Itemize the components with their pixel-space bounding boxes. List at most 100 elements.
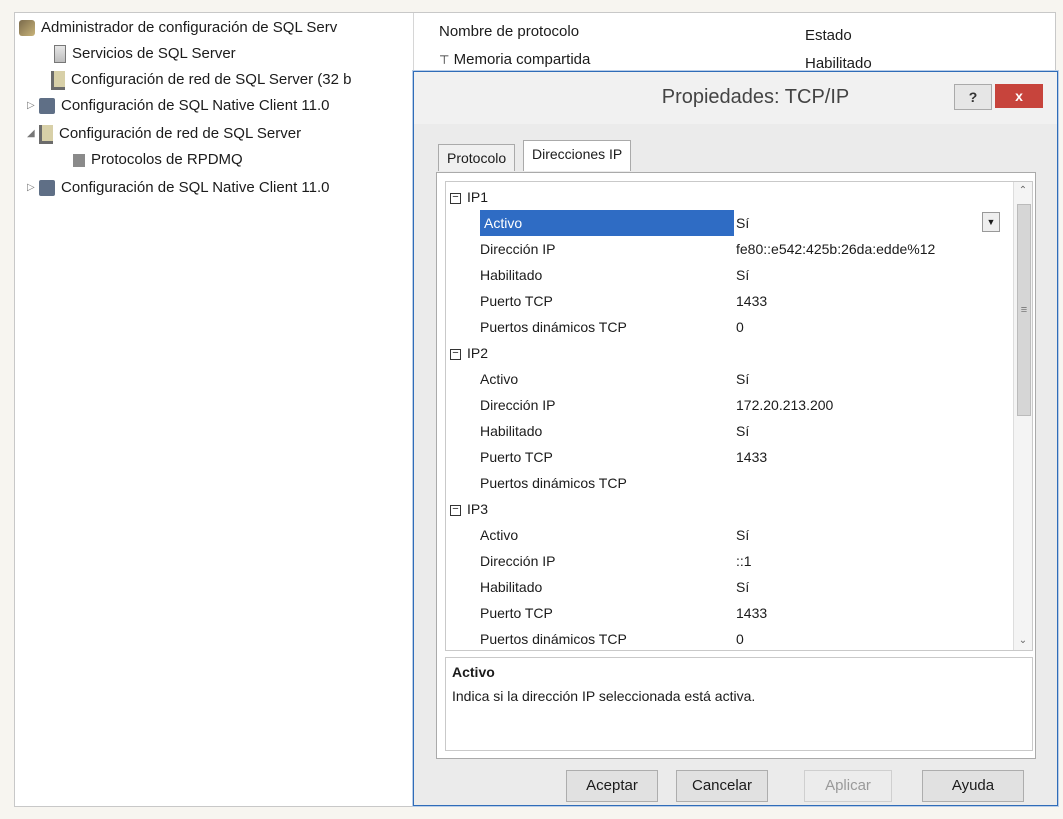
tree-item-services[interactable]: Servicios de SQL Server: [51, 43, 236, 65]
property-value[interactable]: Sí: [736, 366, 749, 392]
group-label: IP2: [467, 345, 489, 361]
property-row[interactable]: Dirección IP::1: [446, 548, 1006, 574]
tab-direcciones-ip[interactable]: Direcciones IP: [523, 140, 632, 171]
cancelar-button[interactable]: Cancelar: [676, 770, 768, 802]
collapse-icon[interactable]: ◢: [27, 123, 39, 145]
property-key: Activo: [480, 210, 734, 236]
property-row[interactable]: Puerto TCP 1433: [446, 444, 1006, 470]
property-value[interactable]: ::1: [736, 548, 752, 574]
aplicar-button[interactable]: Aplicar: [804, 770, 892, 802]
collapse-icon[interactable]: −: [450, 503, 461, 516]
expand-icon[interactable]: ▷: [27, 177, 39, 199]
tree-item-label: Administrador de configuración de SQL Se…: [41, 19, 338, 36]
property-value[interactable]: Sí: [736, 210, 749, 236]
tree-item-native-client[interactable]: ▷ Configuración de SQL Native Client 11.0: [27, 177, 329, 199]
tree-item-protocols[interactable]: Protocolos de RPDMQ: [73, 149, 243, 171]
property-value[interactable]: Sí: [736, 262, 749, 288]
property-value[interactable]: Sí: [736, 522, 749, 548]
tab-protocolo[interactable]: Protocolo: [438, 144, 516, 171]
tree-item-label: Servicios de SQL Server: [72, 45, 236, 62]
sql-config-manager-icon: [19, 20, 35, 37]
property-value[interactable]: 1433: [736, 600, 767, 626]
property-value[interactable]: fe80::e542:425b:26da:edde%12: [736, 236, 935, 262]
group-ip1[interactable]: − IP1: [450, 184, 488, 210]
property-row[interactable]: Dirección IP 172.20.213.200: [446, 392, 1006, 418]
expand-icon[interactable]: ▷: [27, 95, 39, 117]
tree-item-label: Configuración de SQL Native Client 11.0: [61, 179, 330, 196]
scroll-down-icon[interactable]: ⌄: [1014, 632, 1032, 650]
group-label: IP1: [467, 189, 489, 205]
property-row[interactable]: Habilitado Sí: [446, 574, 1006, 600]
property-key: Habilitado: [480, 267, 543, 283]
group-ip2[interactable]: − IP2: [450, 340, 488, 366]
services-icon: [54, 45, 66, 64]
column-header-name[interactable]: Nombre de protocolo: [439, 23, 579, 40]
protocol-list: Nombre de protocolo Estado ⊤ Memoria com…: [415, 13, 1055, 77]
property-key: Habilitado: [480, 423, 543, 439]
help-title-button[interactable]: ?: [954, 84, 992, 110]
protocols-icon: [73, 153, 85, 167]
dropdown-arrow-icon[interactable]: ▼: [982, 212, 1000, 232]
ayuda-button[interactable]: Ayuda: [922, 770, 1024, 802]
property-row[interactable]: Puertos dinámicos TCP 0: [446, 314, 1006, 340]
tree-item-label: Configuración de red de SQL Server: [59, 125, 302, 142]
aceptar-button[interactable]: Aceptar: [566, 770, 658, 802]
tab-panel: − IP1 Activo Sí ▼ Dirección IP fe80::e542:…: [436, 172, 1036, 759]
property-value[interactable]: 1433: [736, 444, 767, 470]
property-value[interactable]: 172.20.213.200: [736, 392, 833, 418]
native-client-icon: [39, 180, 55, 197]
property-row[interactable]: Puertos dinámicos TCP 0: [446, 626, 1006, 650]
list-item-shared-memory[interactable]: ⊤ Memoria compartida: [439, 51, 590, 68]
property-key: Activo: [480, 527, 519, 543]
property-key: Puerto TCP: [480, 449, 553, 465]
list-item-label: Memoria compartida: [453, 51, 591, 68]
group-label: IP3: [467, 501, 489, 517]
property-key: Puerto TCP: [480, 293, 553, 309]
property-key: Puertos dinámicos TCP: [480, 475, 627, 491]
property-row[interactable]: Habilitado Sí: [446, 262, 1006, 288]
selected-property: Activo: [480, 210, 734, 236]
property-row[interactable]: Activo Sí: [446, 522, 1006, 548]
property-key: Dirección IP: [480, 241, 556, 257]
column-header-state[interactable]: Estado: [805, 27, 852, 44]
description-pane: Activo Indica si la dirección IP selecci…: [445, 657, 1033, 751]
network-config-icon: [51, 70, 65, 90]
scroll-up-icon[interactable]: ⌃: [1014, 182, 1032, 200]
property-row[interactable]: Puertos dinámicos TCP: [446, 470, 1006, 496]
tree-item-network-32[interactable]: Configuración de red de SQL Server (32 b: [51, 69, 351, 91]
list-item-state: Habilitado: [805, 55, 872, 72]
property-key: Dirección IP: [480, 397, 556, 413]
scrollbar-thumb[interactable]: ≡: [1017, 204, 1031, 416]
property-grid: − IP1 Activo Sí ▼ Dirección IP fe80::e542:…: [445, 181, 1033, 651]
property-key: Puerto TCP: [480, 605, 553, 621]
property-row[interactable]: Puerto TCP 1433: [446, 288, 1006, 314]
property-value[interactable]: Sí: [736, 574, 749, 600]
property-row[interactable]: Activo Sí ▼: [446, 210, 1006, 236]
property-key: Activo: [480, 371, 519, 387]
property-row[interactable]: Puerto TCP 1433: [446, 600, 1006, 626]
dialog-titlebar: Propiedades: TCP/IP ? x: [414, 72, 1057, 124]
tree-item-network[interactable]: ◢ Configuración de red de SQL Server: [27, 123, 301, 145]
property-value[interactable]: 0: [736, 626, 744, 650]
property-value[interactable]: 0: [736, 314, 744, 340]
tree-item-label: Protocolos de RPDMQ: [91, 151, 243, 168]
network-config-icon: [39, 124, 53, 144]
tree-item-label: Configuración de red de SQL Server (32 b: [71, 71, 352, 88]
close-button[interactable]: x: [995, 84, 1043, 108]
property-value[interactable]: 1433: [736, 288, 767, 314]
property-key: Dirección IP: [480, 553, 556, 569]
config-manager-window: Administrador de configuración de SQL Se…: [14, 12, 1058, 807]
property-row[interactable]: Activo Sí: [446, 366, 1006, 392]
group-ip3[interactable]: − IP3: [450, 496, 488, 522]
property-row[interactable]: Habilitado Sí: [446, 418, 1006, 444]
property-row[interactable]: Dirección IP fe80::e542:425b:26da:edde%12: [446, 236, 1006, 262]
property-value[interactable]: Sí: [736, 418, 749, 444]
tree-item-native-client-32[interactable]: ▷ Configuración de SQL Native Client 11.0: [27, 95, 329, 117]
collapse-icon[interactable]: −: [450, 347, 461, 360]
protocol-icon: ⊤: [439, 53, 450, 67]
property-grid-scrollbar[interactable]: ⌃ ≡ ⌄: [1013, 182, 1032, 650]
property-key: Puertos dinámicos TCP: [480, 319, 627, 335]
tree-item-root[interactable]: Administrador de configuración de SQL Se…: [19, 17, 337, 39]
collapse-icon[interactable]: −: [450, 191, 461, 204]
description-title: Activo: [452, 664, 495, 680]
